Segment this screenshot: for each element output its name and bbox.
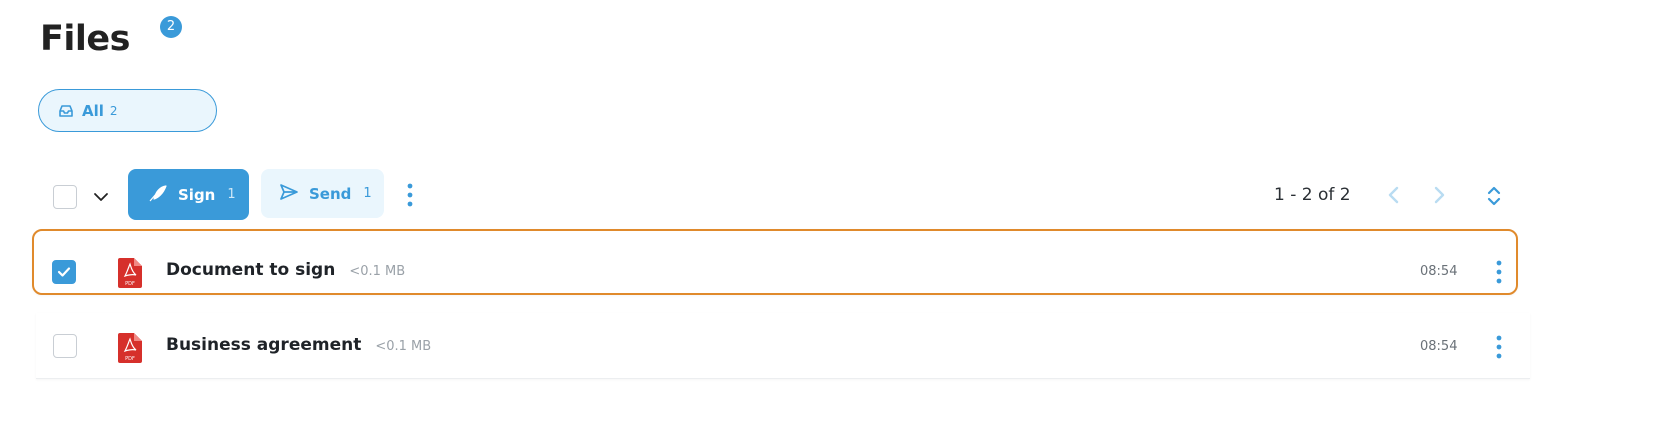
file-count-badge: 2 — [160, 16, 182, 38]
send-icon — [279, 183, 299, 205]
svg-text:PDF: PDF — [125, 356, 135, 362]
sign-button[interactable]: Sign 1 — [128, 169, 249, 220]
row-checkbox[interactable] — [53, 334, 77, 358]
file-row[interactable]: PDF Document to sign <0.1 MB 08:54 — [32, 229, 1518, 295]
row-checkbox[interactable] — [52, 260, 76, 284]
feather-pen-icon — [148, 184, 168, 206]
chevron-left-icon[interactable] — [1386, 186, 1402, 204]
svg-text:PDF: PDF — [125, 281, 135, 287]
filter-all-button[interactable]: All 2 — [38, 89, 217, 132]
file-time: 08:54 — [1420, 264, 1458, 279]
send-button[interactable]: Send 1 — [261, 169, 384, 218]
row-more-icon[interactable] — [1494, 259, 1504, 285]
file-size: <0.1 MB — [375, 339, 432, 354]
pagination-text: 1 - 2 of 2 — [1274, 185, 1351, 205]
send-count: 1 — [363, 186, 372, 201]
select-all-checkbox[interactable] — [53, 185, 77, 209]
filter-count: 2 — [109, 103, 118, 118]
page-header: Files 2 — [40, 14, 182, 64]
file-name[interactable]: Business agreement <0.1 MB — [166, 335, 431, 355]
file-size: <0.1 MB — [349, 264, 406, 279]
sign-count: 1 — [227, 187, 236, 202]
file-name[interactable]: Document to sign <0.1 MB — [166, 260, 405, 280]
filter-label: All — [82, 101, 104, 120]
chevron-down-icon[interactable] — [92, 188, 110, 206]
more-actions-icon[interactable] — [400, 182, 420, 208]
file-toolbar: Sign 1 Send 1 1 - 2 of 2 — [40, 169, 1530, 221]
sort-icon[interactable] — [1486, 185, 1502, 207]
pdf-icon: PDF — [118, 333, 142, 363]
file-row[interactable]: PDF Business agreement <0.1 MB 08:54 — [36, 313, 1530, 379]
checkmark-icon — [57, 267, 71, 277]
sign-button-label: Sign — [178, 185, 216, 204]
page-title: Files — [40, 19, 130, 59]
inbox-icon — [59, 103, 75, 119]
chevron-right-icon[interactable] — [1431, 186, 1447, 204]
pdf-icon: PDF — [118, 258, 142, 288]
file-time: 08:54 — [1420, 339, 1458, 354]
send-button-label: Send — [309, 184, 352, 203]
row-more-icon[interactable] — [1494, 334, 1504, 360]
